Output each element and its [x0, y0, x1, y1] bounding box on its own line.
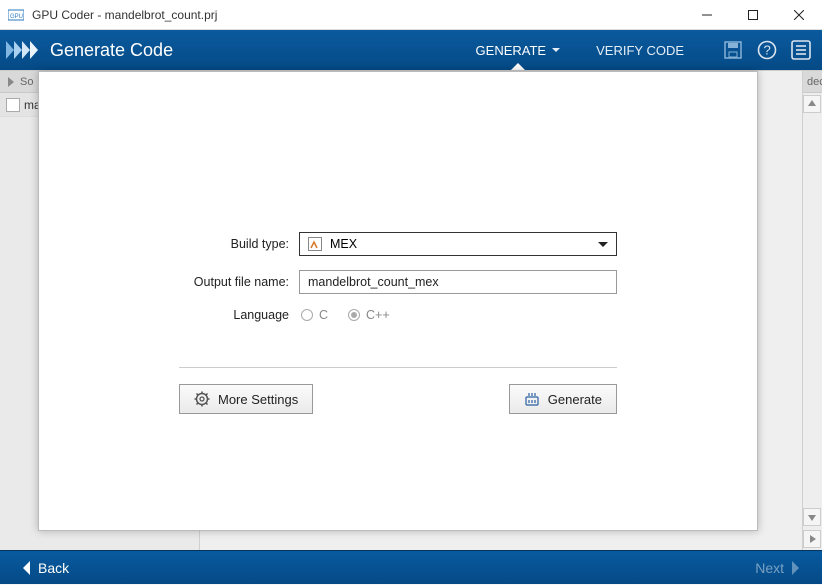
- right-gutter-header: dec: [803, 71, 822, 93]
- file-icon: [6, 98, 20, 112]
- scroll-right-button[interactable]: [803, 530, 821, 548]
- svg-text:GPU: GPU: [10, 14, 23, 20]
- language-c-label: C: [319, 308, 328, 322]
- next-label: Next: [755, 560, 784, 576]
- language-label: Language: [179, 308, 299, 322]
- back-label: Back: [38, 560, 69, 576]
- generate-label: Generate: [548, 392, 602, 407]
- close-button[interactable]: [776, 0, 822, 30]
- main-panel: Build type: MEX Output file name: Langua…: [38, 71, 758, 531]
- footer: Back Next: [0, 550, 822, 584]
- window-title: GPU Coder - mandelbrot_count.prj: [32, 8, 684, 22]
- save-icon[interactable]: [722, 39, 744, 61]
- output-file-input[interactable]: [299, 270, 617, 294]
- chevron-down-icon: [552, 48, 560, 56]
- title-bar: GPU GPU Coder - mandelbrot_count.prj: [0, 0, 822, 30]
- generate-button[interactable]: Generate: [509, 384, 617, 414]
- build-icon: [524, 391, 540, 407]
- next-button: Next: [755, 560, 806, 576]
- app-icon: GPU: [6, 7, 26, 23]
- build-type-select[interactable]: MEX: [299, 232, 617, 256]
- tab-generate-label: GENERATE: [476, 43, 547, 58]
- right-gutter: dec: [802, 71, 822, 550]
- scroll-up-button[interactable]: [803, 95, 821, 113]
- menu-icon[interactable]: [790, 39, 812, 61]
- wizard-chevrons-icon: [6, 37, 46, 63]
- radio-icon: [301, 309, 313, 321]
- chevron-down-icon: [598, 242, 608, 252]
- window-controls: [684, 0, 822, 30]
- more-settings-button[interactable]: More Settings: [179, 384, 313, 414]
- app-header: Generate Code GENERATE VERIFY CODE ?: [0, 30, 822, 70]
- svg-text:?: ?: [764, 43, 771, 58]
- back-button[interactable]: Back: [16, 560, 69, 576]
- sidebar-header-label: So: [20, 76, 33, 88]
- page-title: Generate Code: [50, 40, 458, 61]
- arrow-left-icon: [16, 561, 30, 575]
- scroll-down-button[interactable]: [803, 508, 821, 526]
- output-file-label: Output file name:: [179, 275, 299, 289]
- arrow-right-icon: [792, 561, 806, 575]
- build-type-label: Build type:: [179, 237, 299, 251]
- divider: [179, 367, 617, 368]
- form-area: Build type: MEX Output file name: Langua…: [179, 232, 617, 336]
- mex-icon: [308, 237, 322, 251]
- language-cpp-label: C++: [366, 308, 390, 322]
- tab-verify-code[interactable]: VERIFY CODE: [578, 30, 702, 70]
- build-type-value: MEX: [330, 237, 357, 251]
- radio-icon: [348, 309, 360, 321]
- content-area: So ma dec Build type: MEX Output file na…: [0, 70, 822, 550]
- more-settings-label: More Settings: [218, 392, 298, 407]
- language-c-radio[interactable]: C: [301, 308, 328, 322]
- language-cpp-radio[interactable]: C++: [348, 308, 390, 322]
- tab-generate[interactable]: GENERATE: [458, 30, 579, 70]
- minimize-button[interactable]: [684, 0, 730, 30]
- maximize-button[interactable]: [730, 0, 776, 30]
- gear-icon: [194, 391, 210, 407]
- tab-verify-label: VERIFY CODE: [596, 43, 684, 58]
- help-icon[interactable]: ?: [756, 39, 778, 61]
